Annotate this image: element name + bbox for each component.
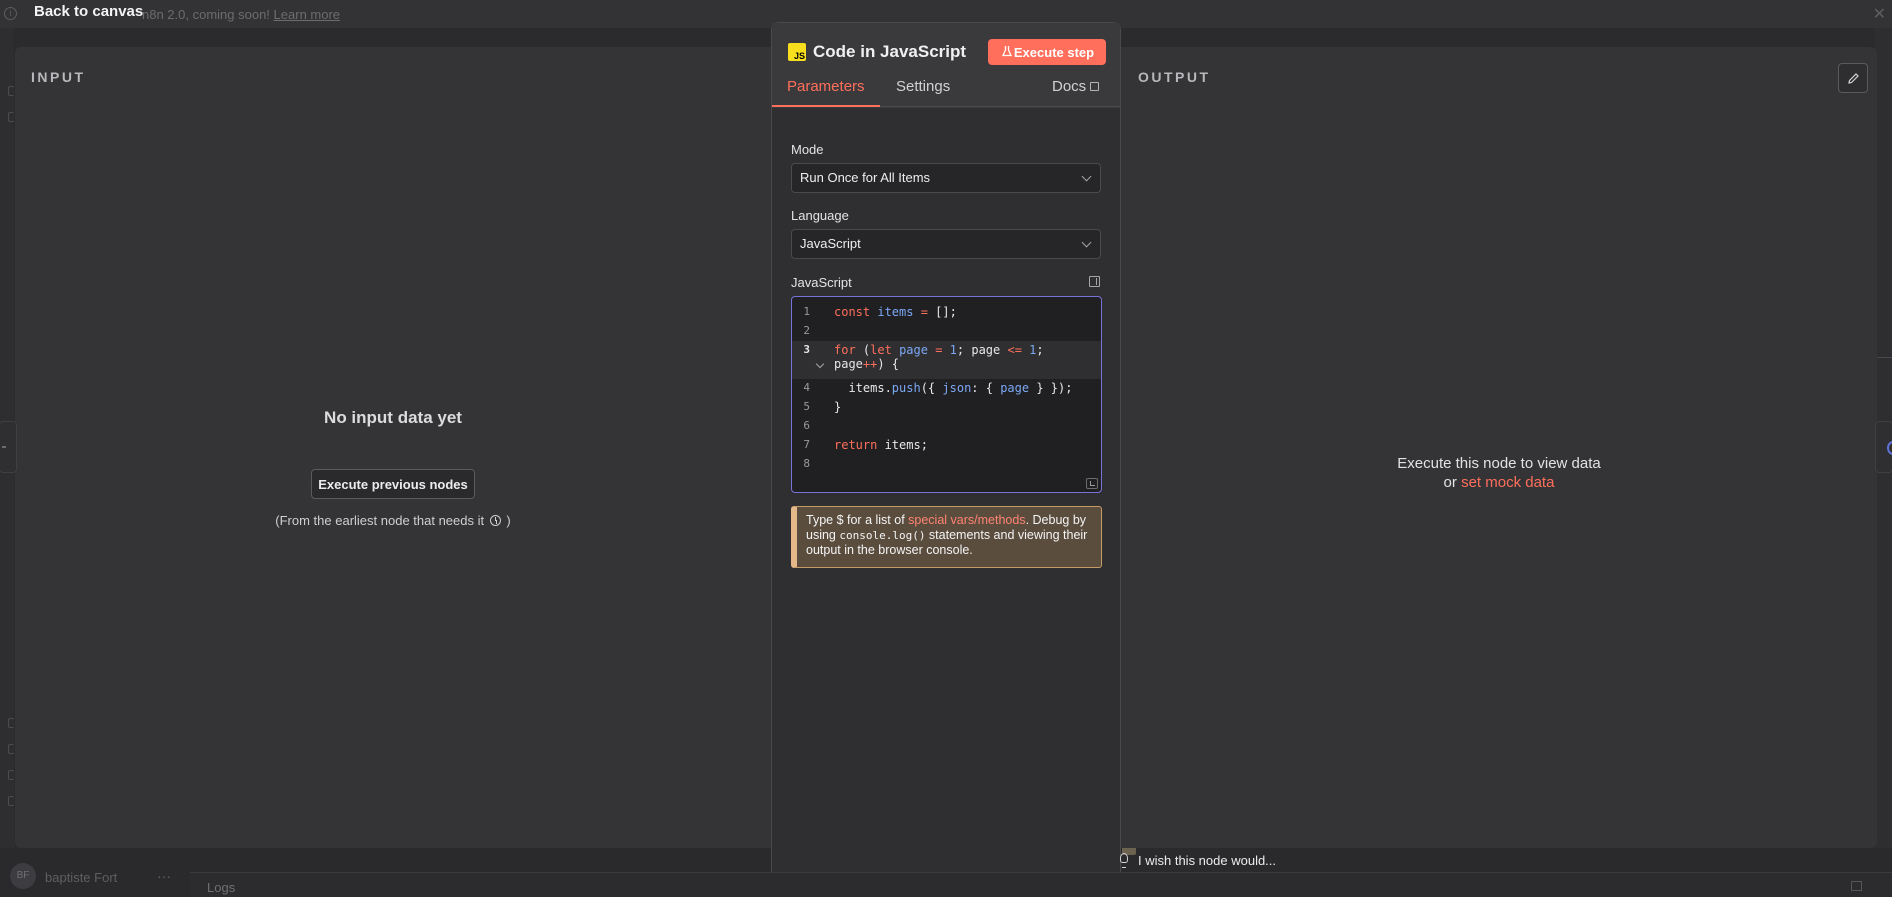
user-menu-icon[interactable]: ··· (157, 868, 171, 884)
mode-label: Mode (791, 142, 824, 157)
code-line: 2 (803, 324, 810, 337)
code-editor[interactable]: 1 const items = []; 2 3 for (let page = … (791, 296, 1102, 493)
code-label: JavaScript (791, 275, 852, 290)
chevron-down-icon (1081, 237, 1092, 248)
tab-parameters[interactable]: Parameters (772, 70, 880, 107)
chevron-down-icon (1081, 171, 1092, 182)
resize-handle-icon[interactable] (1086, 478, 1098, 489)
note-text: (From the earliest node that needs it (275, 513, 485, 528)
language-label: Language (791, 208, 849, 223)
parameters-body: Mode Run Once for All Items Language Jav… (772, 108, 1120, 872)
tab-settings[interactable]: Settings (896, 70, 950, 107)
execute-step-button[interactable]: Execute step (988, 39, 1106, 65)
input-panel-drag-handle[interactable] (0, 421, 17, 473)
code-line: 7 return items; (803, 438, 928, 452)
code-line: 1 const items = []; (803, 305, 957, 319)
clock-icon (489, 515, 501, 526)
feedback-prompt[interactable]: I wish this node would... (1120, 853, 1277, 868)
mode-select[interactable]: Run Once for All Items (791, 163, 1101, 193)
back-to-canvas-link[interactable]: Back to canvas (34, 3, 143, 20)
input-panel: INPUT No input data yet Execute previous… (15, 47, 771, 848)
feedback-text: I wish this node would... (1138, 853, 1277, 868)
logs-panel-icon[interactable] (1851, 881, 1862, 891)
edit-output-button[interactable] (1838, 63, 1868, 93)
fold-chevron-icon[interactable] (815, 359, 825, 369)
input-panel-title: INPUT (31, 69, 86, 85)
sidebar-icon (8, 112, 14, 122)
execute-previous-nodes-button[interactable]: Execute previous nodes (311, 469, 475, 499)
logs-bar[interactable]: Logs (190, 872, 1892, 897)
mode-value: Run Once for All Items (800, 170, 931, 185)
code-line: 5 } (803, 400, 842, 414)
code-line-active: 3 for (let page = 1; page <= 1; page++) … (792, 341, 1101, 379)
code-line: 6 (803, 419, 810, 432)
code-line: 4 items.push({ json: { page } }); (803, 381, 1073, 395)
sidebar-icon (8, 718, 14, 728)
docs-label: Docs (1052, 78, 1087, 95)
tab-docs[interactable]: Docs (1052, 70, 1100, 107)
execute-step-label: Execute step (1013, 44, 1095, 60)
language-value: JavaScript (800, 236, 861, 251)
note-close-paren: ) (506, 513, 511, 528)
logs-label: Logs (207, 880, 236, 895)
username: baptiste Fort (45, 870, 118, 885)
language-select[interactable]: JavaScript (791, 229, 1101, 259)
sidebar-icon (8, 770, 14, 780)
output-panel-drag-handle[interactable] (1875, 421, 1892, 473)
lightbulb-icon (1120, 853, 1128, 868)
output-panel-title: OUTPUT (1138, 69, 1211, 85)
node-header: JS Code in JavaScript Execute step Param… (772, 23, 1120, 107)
special-vars-link[interactable]: special vars/methods (908, 513, 1025, 527)
output-empty-line: Execute this node to view data (1397, 455, 1601, 472)
code-line: 8 (803, 457, 810, 470)
external-link-icon (1090, 82, 1100, 91)
expand-editor-icon[interactable] (1089, 276, 1100, 287)
javascript-icon: JS (788, 43, 806, 61)
execute-previous-note: (From the earliest node that needs it ) (15, 513, 771, 528)
output-panel: OUTPUT Execute this node to view data or… (1121, 47, 1877, 848)
sidebar-icon (8, 744, 14, 754)
node-tabs: Parameters Settings Docs (772, 70, 1120, 107)
pencil-icon (1848, 73, 1859, 84)
banner-text: n8n 2.0, coming soon! (142, 7, 270, 22)
node-title[interactable]: Code in JavaScript (813, 42, 966, 62)
code-hint-notice: Type $ for a list of special vars/method… (791, 506, 1102, 568)
node-status-icon (1887, 441, 1892, 455)
flask-icon (1002, 46, 1012, 57)
sidebar-icon (8, 86, 14, 96)
sidebar-icon (8, 796, 14, 806)
close-icon[interactable]: ✕ (1873, 4, 1886, 24)
avatar[interactable]: BF (10, 863, 36, 889)
banner-message: n8n 2.0, coming soon! Learn more (142, 7, 340, 22)
output-empty-message: Execute this node to view data or set mo… (1121, 454, 1877, 492)
node-parameters-panel: JS Code in JavaScript Execute step Param… (771, 22, 1121, 872)
info-icon: i (4, 7, 17, 20)
output-or-text: or (1443, 474, 1457, 491)
set-mock-data-link[interactable]: set mock data (1461, 474, 1554, 491)
learn-more-link[interactable]: Learn more (274, 7, 340, 22)
no-input-heading: No input data yet (324, 408, 462, 427)
